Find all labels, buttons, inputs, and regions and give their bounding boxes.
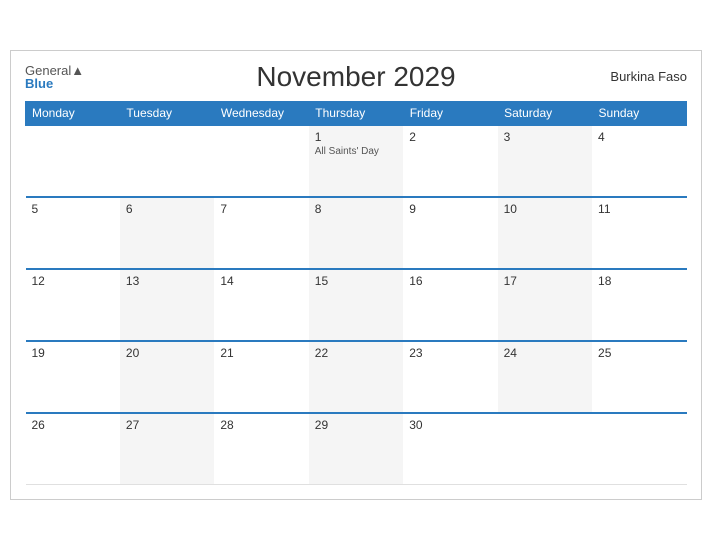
- calendar-week-row: 19 20 21 22 23 24 25: [26, 341, 687, 413]
- calendar-cell: 23: [403, 341, 497, 413]
- header-sunday: Sunday: [592, 101, 686, 125]
- day-number: 29: [315, 418, 397, 432]
- calendar-cell: 21: [214, 341, 308, 413]
- calendar-cell: [214, 125, 308, 197]
- day-number: 13: [126, 274, 208, 288]
- day-number: 18: [598, 274, 680, 288]
- calendar-cell: 30: [403, 413, 497, 485]
- calendar-cell: 22: [309, 341, 403, 413]
- logo-blue-text: Blue: [25, 77, 53, 90]
- day-number: 2: [409, 130, 491, 144]
- calendar-cell: [26, 125, 120, 197]
- calendar-cell: 15: [309, 269, 403, 341]
- calendar-cell: 25: [592, 341, 686, 413]
- calendar-title: November 2029: [256, 61, 455, 93]
- calendar-cell: 3: [498, 125, 592, 197]
- header-friday: Friday: [403, 101, 497, 125]
- header-saturday: Saturday: [498, 101, 592, 125]
- calendar-cell: 10: [498, 197, 592, 269]
- calendar-cell: 26: [26, 413, 120, 485]
- calendar-cell: [498, 413, 592, 485]
- calendar-week-row: 12 13 14 15 16 17 18: [26, 269, 687, 341]
- day-number: 30: [409, 418, 491, 432]
- calendar-header: General▲ Blue November 2029 Burkina Faso: [25, 61, 687, 93]
- calendar-container: General▲ Blue November 2029 Burkina Faso…: [10, 50, 702, 501]
- day-number: 20: [126, 346, 208, 360]
- day-number: 6: [126, 202, 208, 216]
- calendar-cell: 6: [120, 197, 214, 269]
- day-number: 11: [598, 202, 680, 216]
- day-number: 4: [598, 130, 680, 144]
- day-number: 3: [504, 130, 586, 144]
- day-number: 10: [504, 202, 586, 216]
- calendar-cell: 4: [592, 125, 686, 197]
- calendar-cell: 7: [214, 197, 308, 269]
- calendar-cell: [592, 413, 686, 485]
- header-tuesday: Tuesday: [120, 101, 214, 125]
- calendar-cell: 24: [498, 341, 592, 413]
- calendar-cell: 13: [120, 269, 214, 341]
- calendar-grid: Monday Tuesday Wednesday Thursday Friday…: [25, 101, 687, 486]
- calendar-cell: 29: [309, 413, 403, 485]
- day-number: 8: [315, 202, 397, 216]
- calendar-week-row: 56789 10 11: [26, 197, 687, 269]
- header-monday: Monday: [26, 101, 120, 125]
- day-number: 17: [504, 274, 586, 288]
- calendar-cell: 8: [309, 197, 403, 269]
- calendar-cell: 20: [120, 341, 214, 413]
- calendar-cell: 28: [214, 413, 308, 485]
- calendar-week-row: 1 All Saints' Day 234: [26, 125, 687, 197]
- day-number: 1: [315, 130, 397, 144]
- weekday-header-row: Monday Tuesday Wednesday Thursday Friday…: [26, 101, 687, 125]
- calendar-cell: 14: [214, 269, 308, 341]
- calendar-cell: 18: [592, 269, 686, 341]
- day-number: 23: [409, 346, 491, 360]
- header-wednesday: Wednesday: [214, 101, 308, 125]
- calendar-cell: 5: [26, 197, 120, 269]
- day-number: 27: [126, 418, 208, 432]
- country-label: Burkina Faso: [610, 69, 687, 84]
- calendar-cell: 9: [403, 197, 497, 269]
- calendar-cell: 17: [498, 269, 592, 341]
- calendar-cell: [120, 125, 214, 197]
- calendar-week-row: 26 27 28 29 30: [26, 413, 687, 485]
- day-number: 5: [32, 202, 114, 216]
- day-number: 14: [220, 274, 302, 288]
- day-number: 15: [315, 274, 397, 288]
- day-number: 24: [504, 346, 586, 360]
- calendar-cell: 11: [592, 197, 686, 269]
- calendar-cell: 27: [120, 413, 214, 485]
- day-number: 28: [220, 418, 302, 432]
- day-number: 7: [220, 202, 302, 216]
- calendar-cell: 1 All Saints' Day: [309, 125, 403, 197]
- day-number: 26: [32, 418, 114, 432]
- day-number: 21: [220, 346, 302, 360]
- day-number: 16: [409, 274, 491, 288]
- logo-general-text: General▲: [25, 64, 84, 77]
- holiday-name: All Saints' Day: [315, 146, 397, 157]
- calendar-cell: 2: [403, 125, 497, 197]
- day-number: 19: [32, 346, 114, 360]
- calendar-cell: 12: [26, 269, 120, 341]
- day-number: 25: [598, 346, 680, 360]
- calendar-cell: 19: [26, 341, 120, 413]
- header-thursday: Thursday: [309, 101, 403, 125]
- day-number: 12: [32, 274, 114, 288]
- day-number: 22: [315, 346, 397, 360]
- logo: General▲ Blue: [25, 64, 84, 90]
- day-number: 9: [409, 202, 491, 216]
- calendar-cell: 16: [403, 269, 497, 341]
